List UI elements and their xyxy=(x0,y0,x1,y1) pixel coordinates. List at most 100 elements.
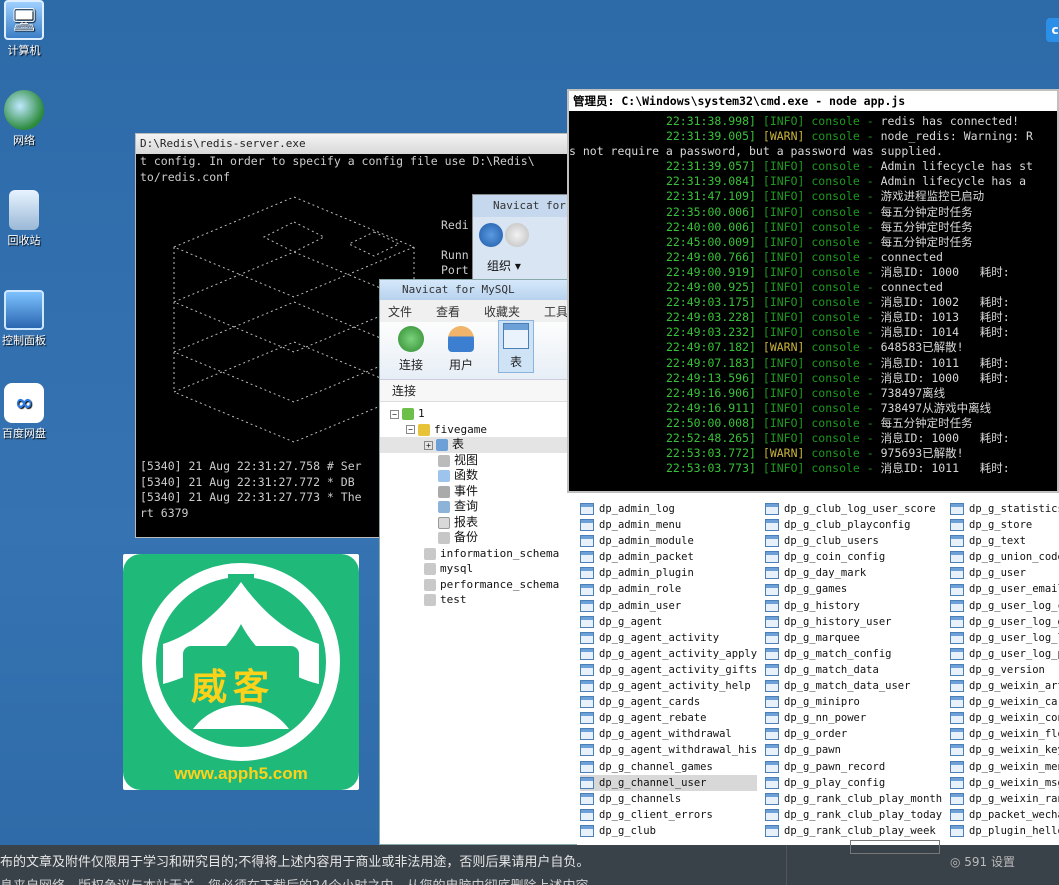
tree-database-other[interactable]: test xyxy=(380,592,578,608)
table-list-item[interactable]: dp_g_version xyxy=(950,662,1059,678)
table-list-item[interactable]: dp_g_agent_withdrawal_his xyxy=(580,742,757,758)
table-list-item[interactable]: dp_g_agent_activity_help xyxy=(580,678,757,694)
table-list-item[interactable]: dp_g_channels xyxy=(580,791,757,807)
back-icon[interactable] xyxy=(479,223,503,247)
table-list-item[interactable]: dp_g_weixin_menu xyxy=(950,759,1059,775)
tree-item-reports[interactable]: 报表 xyxy=(380,515,578,531)
tree-database[interactable]: − fivegame xyxy=(380,422,578,438)
table-list-item[interactable]: dp_g_text xyxy=(950,533,1059,549)
user-button[interactable]: 用户 xyxy=(448,326,474,373)
table-list-item[interactable]: dp_admin_packet xyxy=(580,549,757,565)
tree-root[interactable]: −1 xyxy=(380,406,578,422)
table-button[interactable]: 表 xyxy=(498,320,534,373)
tree-database-other[interactable]: information_schema xyxy=(380,546,578,562)
menu-view[interactable]: 查看 xyxy=(436,303,460,320)
tree-item-views[interactable]: 视图 xyxy=(380,453,578,469)
navicat-window-title[interactable]: Navicat for MySQL xyxy=(380,280,578,300)
expand-icon[interactable]: + xyxy=(424,440,433,450)
table-list-item[interactable]: dp_g_history xyxy=(765,598,942,614)
table-list-item[interactable]: dp_admin_user xyxy=(580,598,757,614)
redis-window-title[interactable]: D:\Redis\redis-server.exe xyxy=(136,134,574,154)
table-list-item[interactable]: dp_g_match_data_user xyxy=(765,678,942,694)
cmd-window[interactable]: 管理员: C:\Windows\system32\cmd.exe - node … xyxy=(567,89,1059,493)
explorer-window-title[interactable]: Navicat for xyxy=(473,195,581,217)
table-list-item[interactable]: dp_g_play_config xyxy=(765,775,942,791)
table-list-item[interactable]: dp_g_agent_activity_gifts xyxy=(580,662,757,678)
table-list-item[interactable]: dp_g_agent_rebate xyxy=(580,710,757,726)
table-list-item[interactable]: dp_g_statistics_ xyxy=(950,501,1059,517)
menu-file[interactable]: 文件 xyxy=(388,303,412,320)
tree-item-events[interactable]: 事件 xyxy=(380,484,578,500)
cmd-window-title[interactable]: 管理员: C:\Windows\system32\cmd.exe - node … xyxy=(569,91,1057,111)
table-list-item[interactable]: dp_g_user_log_ge xyxy=(950,614,1059,630)
corner-badge[interactable]: c xyxy=(1046,18,1059,42)
table-list-item[interactable]: dp_g_agent xyxy=(580,614,757,630)
table-list-item[interactable]: dp_g_rank_club_play_week xyxy=(765,823,942,839)
table-list-item[interactable]: dp_g_union_code xyxy=(950,549,1059,565)
collapse-icon[interactable]: − xyxy=(390,409,399,419)
menu-favorites[interactable]: 收藏夹 xyxy=(484,303,520,320)
table-list-item[interactable]: dp_admin_plugin xyxy=(580,565,757,581)
forward-icon[interactable] xyxy=(505,223,529,247)
tree-database-other[interactable]: performance_schema xyxy=(380,577,578,593)
table-list-item[interactable]: dp_g_channel_user xyxy=(580,774,758,791)
table-list-item[interactable]: dp_g_coin_config xyxy=(765,549,942,565)
table-list-item[interactable]: dp_g_weixin_arti xyxy=(950,678,1059,694)
table-list-item[interactable]: dp_g_match_config xyxy=(765,646,942,662)
table-list-item[interactable]: dp_g_store xyxy=(950,517,1059,533)
table-list-item[interactable]: dp_g_club_log_user_score xyxy=(765,501,942,517)
explorer-window[interactable]: Navicat for 组织 ▾ xyxy=(472,194,582,284)
table-list-item[interactable]: dp_g_club_playconfig xyxy=(765,517,942,533)
table-list-item[interactable]: dp_packet_wechat xyxy=(950,807,1059,823)
table-list-item[interactable]: dp_g_games xyxy=(765,581,942,597)
desktop-icon-network[interactable]: 网络 xyxy=(0,90,52,148)
table-list-item[interactable]: dp_g_user_log_co xyxy=(950,598,1059,614)
desktop-icon-computer[interactable]: 🖥 计算机 xyxy=(0,0,52,58)
table-list-item[interactable]: dp_g_pawn_record xyxy=(765,759,942,775)
menu-tools[interactable]: 工具 xyxy=(544,303,568,320)
table-list-item[interactable]: dp_admin_log xyxy=(580,501,757,517)
tree-item-queries[interactable]: 查询 xyxy=(380,499,578,515)
table-list-item[interactable]: dp_g_marquee xyxy=(765,630,942,646)
table-list-item[interactable]: dp_g_nn_power xyxy=(765,710,942,726)
table-list-item[interactable]: dp_g_agent_withdrawal xyxy=(580,726,757,742)
table-list-item[interactable]: dp_plugin_hello xyxy=(950,823,1059,839)
table-list-item[interactable]: dp_g_club_users xyxy=(765,533,942,549)
table-list-item[interactable]: dp_g_client_errors xyxy=(580,807,757,823)
table-list-item[interactable]: dp_g_match_data xyxy=(765,662,942,678)
table-list-item[interactable]: dp_g_rank_club_play_today xyxy=(765,807,942,823)
tree-item-backups[interactable]: 备份 xyxy=(380,530,578,546)
table-list-item[interactable]: dp_g_user xyxy=(950,565,1059,581)
table-list-item[interactable]: dp_g_minipro xyxy=(765,694,942,710)
table-list-item[interactable]: dp_g_weixin_ran xyxy=(950,791,1059,807)
tree-item-tables[interactable]: + 表 xyxy=(380,437,578,453)
table-list-item[interactable]: dp_g_user_log_pl xyxy=(950,646,1059,662)
navicat-window[interactable]: Navicat for MySQL 文件 查看 收藏夹 工具 连接 用户 表 连… xyxy=(379,279,579,845)
collapse-icon[interactable]: − xyxy=(406,425,415,434)
table-list-item[interactable]: dp_g_day_mark xyxy=(765,565,942,581)
tree-database-other[interactable]: mysql xyxy=(380,561,578,577)
table-list-item[interactable]: dp_g_weixin_care xyxy=(950,694,1059,710)
table-list-item[interactable]: dp_g_weixin_floc xyxy=(950,726,1059,742)
desktop-icon-recycle-bin[interactable]: 回收站 xyxy=(0,190,52,248)
tree-item-functions[interactable]: 函数 xyxy=(380,468,578,484)
table-list-item[interactable]: dp_g_weixin_conf xyxy=(950,710,1059,726)
table-list-item[interactable]: dp_admin_module xyxy=(580,533,757,549)
desktop-icon-control-panel[interactable]: 控制面板 xyxy=(0,290,52,348)
table-list-item[interactable]: dp_g_weixin_msg xyxy=(950,775,1059,791)
table-list-item[interactable]: dp_g_agent_activity xyxy=(580,630,757,646)
table-list-item[interactable]: dp_g_agent_activity_apply xyxy=(580,646,757,662)
organize-menu[interactable]: 组织 ▾ xyxy=(487,257,521,274)
table-list-item[interactable]: dp_admin_role xyxy=(580,581,757,597)
table-list-item[interactable]: dp_g_order xyxy=(765,726,942,742)
table-list-pane[interactable]: dp_admin_log dp_admin_menu dp_admin_module… xyxy=(577,493,1059,845)
table-list-item[interactable]: dp_g_agent_cards xyxy=(580,694,757,710)
table-list-item[interactable]: dp_g_history_user xyxy=(765,614,942,630)
table-list-item[interactable]: dp_g_club xyxy=(580,823,757,839)
table-list-item[interactable]: dp_g_user_email xyxy=(950,581,1059,597)
table-list-item[interactable]: dp_g_channel_games xyxy=(580,759,757,775)
table-list-item[interactable]: dp_g_pawn xyxy=(765,742,942,758)
desktop-icon-baidu-netdisk[interactable]: ∞ 百度网盘 xyxy=(0,383,52,441)
table-list-item[interactable]: dp_g_weixin_keys xyxy=(950,742,1059,758)
table-list-item[interactable]: dp_g_user_log_lo xyxy=(950,630,1059,646)
